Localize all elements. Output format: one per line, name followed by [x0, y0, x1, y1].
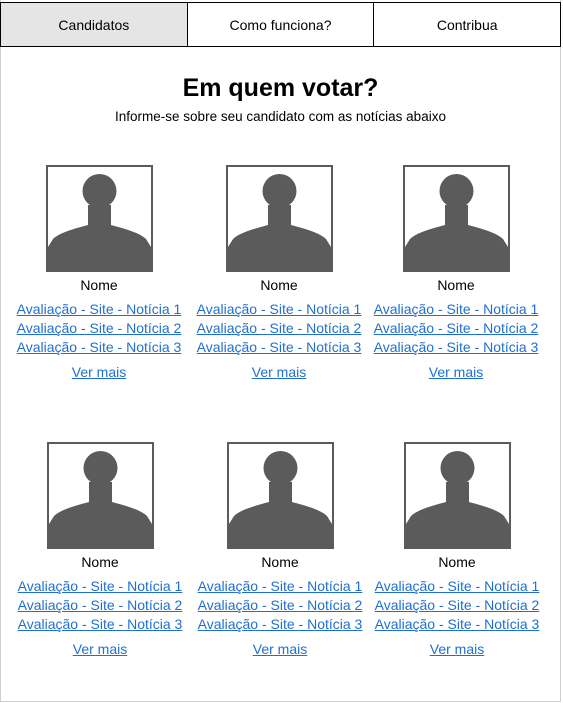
candidate-card: Nome Avaliação - Site - Notícia 1 Avalia… — [372, 442, 542, 658]
news-list: Avaliação - Site - Notícia 1 Avaliação -… — [195, 577, 365, 634]
news-link[interactable]: Avaliação - Site - Notícia 3 — [194, 338, 364, 357]
news-link[interactable]: Avaliação - Site - Notícia 1 — [14, 300, 184, 319]
news-link[interactable]: Avaliação - Site - Notícia 1 — [195, 577, 365, 596]
page-title: Em quem votar? — [182, 74, 379, 102]
candidate-name: Nome — [260, 277, 298, 293]
news-list: Avaliação - Site - Notícia 1 Avaliação -… — [371, 300, 541, 357]
candidate-name: Nome — [261, 554, 299, 570]
news-link[interactable]: Avaliação - Site - Notícia 1 — [15, 577, 185, 596]
news-link[interactable]: Avaliação - Site - Notícia 3 — [195, 615, 365, 634]
news-link[interactable]: Avaliação - Site - Notícia 1 — [194, 300, 364, 319]
page-subtitle: Informe-se sobre seu candidato com as no… — [115, 109, 446, 124]
news-link[interactable]: Avaliação - Site - Notícia 2 — [372, 596, 542, 615]
news-link[interactable]: Avaliação - Site - Notícia 3 — [371, 338, 541, 357]
see-more-link[interactable]: Ver mais — [14, 363, 184, 381]
person-silhouette-icon — [46, 442, 154, 549]
see-more-link[interactable]: Ver mais — [372, 640, 542, 658]
see-more-link[interactable]: Ver mais — [194, 363, 364, 381]
tab-candidatos[interactable]: Candidatos — [1, 3, 187, 46]
person-silhouette-icon — [45, 165, 153, 272]
news-list: Avaliação - Site - Notícia 1 Avaliação -… — [194, 300, 364, 357]
news-link[interactable]: Avaliação - Site - Notícia 2 — [195, 596, 365, 615]
news-list: Avaliação - Site - Notícia 1 Avaliação -… — [15, 577, 185, 634]
tab-contribua[interactable]: Contribua — [373, 3, 561, 46]
news-link[interactable]: Avaliação - Site - Notícia 2 — [14, 319, 184, 338]
see-more-link[interactable]: Ver mais — [371, 363, 541, 381]
news-link[interactable]: Avaliação - Site - Notícia 2 — [371, 319, 541, 338]
see-more-link[interactable]: Ver mais — [195, 640, 365, 658]
person-silhouette-icon — [402, 165, 510, 272]
candidate-name: Nome — [80, 277, 118, 293]
top-navigation: Candidatos Como funciona? Contribua — [0, 2, 561, 47]
news-link[interactable]: Avaliação - Site - Notícia 3 — [372, 615, 542, 634]
candidate-card: Nome Avaliação - Site - Notícia 1 Avalia… — [195, 442, 365, 658]
tab-como-funciona[interactable]: Como funciona? — [186, 3, 374, 46]
news-link[interactable]: Avaliação - Site - Notícia 2 — [15, 596, 185, 615]
candidate-name: Nome — [81, 554, 119, 570]
news-list: Avaliação - Site - Notícia 1 Avaliação -… — [14, 300, 184, 357]
candidate-card: Nome Avaliação - Site - Notícia 1 Avalia… — [371, 165, 541, 381]
news-link[interactable]: Avaliação - Site - Notícia 2 — [194, 319, 364, 338]
candidate-card: Nome Avaliação - Site - Notícia 1 Avalia… — [194, 165, 364, 381]
person-silhouette-icon — [403, 442, 511, 549]
person-silhouette-icon — [225, 165, 333, 272]
candidate-name: Nome — [437, 277, 475, 293]
news-list: Avaliação - Site - Notícia 1 Avaliação -… — [372, 577, 542, 634]
candidate-card: Nome Avaliação - Site - Notícia 1 Avalia… — [15, 442, 185, 658]
see-more-link[interactable]: Ver mais — [15, 640, 185, 658]
news-link[interactable]: Avaliação - Site - Notícia 3 — [14, 338, 184, 357]
news-link[interactable]: Avaliação - Site - Notícia 3 — [15, 615, 185, 634]
candidate-name: Nome — [438, 554, 476, 570]
news-link[interactable]: Avaliação - Site - Notícia 1 — [372, 577, 542, 596]
candidate-card: Nome Avaliação - Site - Notícia 1 Avalia… — [14, 165, 184, 381]
person-silhouette-icon — [226, 442, 334, 549]
news-link[interactable]: Avaliação - Site - Notícia 1 — [371, 300, 541, 319]
